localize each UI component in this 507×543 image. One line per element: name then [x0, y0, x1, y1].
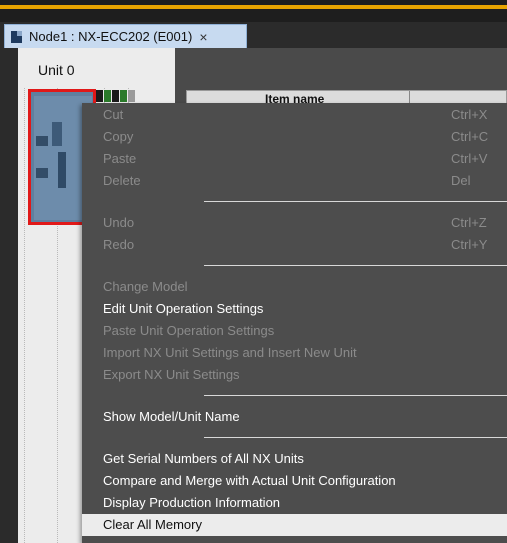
unit-slot [128, 90, 135, 102]
tab-strip: Node1 : NX-ECC202 (E001) × [0, 22, 507, 48]
menu-item-shortcut: Ctrl+Z [451, 215, 487, 230]
menu-item-label: Clear All Memory [103, 517, 202, 532]
menu-item-shortcut: Ctrl+V [451, 151, 488, 166]
close-icon[interactable]: × [199, 29, 207, 45]
unit-slot [112, 90, 119, 102]
menu-item-shortcut: Ctrl+Y [451, 237, 488, 252]
menu-item-copy[interactable]: Copy Ctrl+C [82, 126, 507, 148]
menu-item-label: Show Model/Unit Name [103, 409, 240, 424]
node-icon [11, 30, 22, 43]
unit-label: Unit 0 [38, 62, 75, 78]
menu-item-undo[interactable]: Undo Ctrl+Z [82, 212, 507, 234]
menu-separator [204, 201, 507, 202]
menu-item-label: Paste [103, 151, 137, 166]
menu-item-label: Paste Unit Operation Settings [103, 323, 275, 338]
menu-item-label: Get Serial Numbers of All NX Units [103, 451, 304, 466]
unit-strip [96, 90, 138, 104]
menu-item-display-production-information[interactable]: Display Production Information [82, 492, 507, 514]
menu-item-label: Cut [103, 107, 124, 122]
grid-line [24, 88, 25, 543]
menu-item-label: Undo [103, 215, 135, 230]
menu-item-cut[interactable]: Cut Ctrl+X [82, 104, 507, 126]
menu-separator [204, 437, 507, 438]
menu-item-label: Delete [103, 173, 141, 188]
title-bar [0, 0, 507, 22]
menu-item-label: Edit Unit Operation Settings [103, 301, 264, 316]
menu-item-shortcut: Ctrl+X [451, 107, 488, 122]
menu-item-label: Compare and Merge with Actual Unit Confi… [103, 473, 396, 488]
menu-item-import-nx-unit-settings-and-insert-new-unit[interactable]: Import NX Unit Settings and Insert New U… [82, 342, 507, 364]
tab-node1[interactable]: Node1 : NX-ECC202 (E001) × [4, 24, 247, 48]
menu-item-shortcut: Ctrl+C [451, 129, 489, 144]
menu-item-label: Import NX Unit Settings and Insert New U… [103, 345, 357, 360]
menu-item-label: Display Production Information [103, 495, 281, 510]
menu-item-delete[interactable]: Delete Del [82, 170, 507, 192]
menu-item-label: Export NX Unit Settings [103, 367, 240, 382]
context-menu: Cut Ctrl+X Copy Ctrl+C Paste Ctrl+V Delete Del U… [82, 103, 507, 543]
menu-item-clear-all-memory[interactable]: Clear All Memory [82, 514, 507, 536]
unit-slot [120, 90, 127, 102]
unit-slot [104, 90, 111, 102]
menu-item-redo[interactable]: Redo Ctrl+Y [82, 234, 507, 256]
menu-item-paste-unit-operation-settings[interactable]: Paste Unit Operation Settings [82, 320, 507, 342]
menu-item-shortcut: Del [451, 173, 471, 188]
menu-item-show-model-unit-name[interactable]: Show Model/Unit Name [82, 406, 507, 428]
menu-item-compare-and-merge-with-actual-unit-configuration[interactable]: Compare and Merge with Actual Unit Confi… [82, 470, 507, 492]
menu-item-export-nx-unit-settings[interactable]: Export NX Unit Settings [82, 364, 507, 386]
menu-item-paste[interactable]: Paste Ctrl+V [82, 148, 507, 170]
menu-item-label: Copy [103, 129, 134, 144]
unit-slot [96, 90, 103, 102]
menu-separator [204, 265, 507, 266]
menu-item-label: Redo [103, 237, 135, 252]
menu-item-label: Change Model [103, 279, 188, 294]
menu-item-edit-unit-operation-settings[interactable]: Edit Unit Operation Settings [82, 298, 507, 320]
menu-separator [204, 395, 507, 396]
accent-stripe [0, 5, 507, 9]
menu-item-change-model[interactable]: Change Model [82, 276, 507, 298]
tab-title: Node1 : NX-ECC202 (E001) [29, 29, 193, 44]
menu-item-get-serial-numbers-of-all-nx-units[interactable]: Get Serial Numbers of All NX Units [82, 448, 507, 470]
